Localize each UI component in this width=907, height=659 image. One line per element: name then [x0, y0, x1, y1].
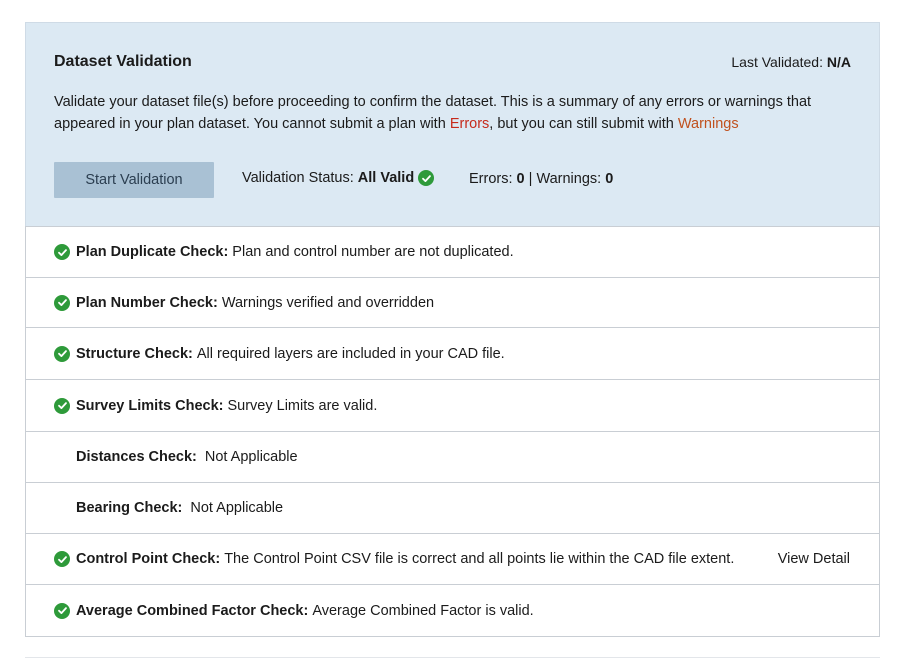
check-circle-icon	[418, 170, 435, 186]
divider	[25, 657, 880, 658]
checks-list: Plan Duplicate Check: Plan and control n…	[25, 226, 880, 637]
check-label: Plan Duplicate Check:	[76, 244, 229, 260]
warnings-label: Warnings:	[536, 171, 602, 187]
check-label: Structure Check:	[76, 345, 193, 362]
errors-word: Errors	[449, 116, 490, 132]
status-label: Validation Status:	[242, 170, 354, 186]
page-title: Dataset Validation	[54, 53, 192, 70]
check-circle-icon	[54, 397, 70, 414]
check-label: Average Combined Factor Check:	[76, 602, 309, 619]
start-validation-button[interactable]: Start Validation	[54, 162, 214, 198]
last-validated: Last Validated: N/A	[731, 54, 851, 70]
check-message: Not Applicable	[204, 449, 298, 465]
error-warning-counts: Errors: 0 | Warnings: 0	[469, 171, 613, 187]
warnings-count: 0	[605, 171, 614, 187]
check-row-plan-number: Plan Number Check: Warnings verified and…	[26, 277, 879, 327]
check-row-structure: Structure Check: All required layers are…	[26, 327, 879, 379]
check-message: Average Combined Factor is valid.	[312, 602, 534, 619]
check-row-bearing: Bearing Check: Not Applicable	[26, 482, 879, 533]
check-circle-icon	[54, 602, 70, 619]
validation-header: Dataset Validation Last Validated: N/A V…	[25, 22, 880, 226]
errors-count: 0	[516, 171, 525, 187]
description-text-2: , but you can still submit with	[489, 116, 678, 132]
check-message: All required layers are included in your…	[196, 345, 505, 362]
warnings-word: Warnings	[677, 116, 739, 132]
check-row-survey-limits: Survey Limits Check: Survey Limits are v…	[26, 379, 879, 431]
check-message: Not Applicable	[190, 500, 284, 516]
counts-separator: |	[528, 171, 533, 187]
status-value: All Valid	[357, 170, 415, 186]
check-row-control-point: Control Point Check: The Control Point C…	[26, 533, 879, 584]
check-message: Plan and control number are not duplicat…	[232, 244, 514, 260]
check-row-distances: Distances Check: Not Applicable	[26, 431, 879, 482]
last-validated-label: Last Validated:	[731, 54, 823, 70]
dataset-validation-panel: Dataset Validation Last Validated: N/A V…	[25, 22, 880, 637]
check-row-average-combined-factor: Average Combined Factor Check: Average C…	[26, 584, 879, 636]
check-label: Plan Number Check:	[76, 294, 218, 311]
validation-description: Validate your dataset file(s) before pro…	[54, 91, 844, 135]
view-detail-link[interactable]: View Detail	[778, 551, 850, 567]
validation-status: Validation Status: All Valid	[242, 170, 435, 186]
check-message: The Control Point CSV file is correct an…	[224, 551, 735, 567]
check-label: Bearing Check:	[76, 500, 183, 516]
check-circle-icon	[54, 294, 70, 311]
check-circle-icon	[54, 551, 70, 567]
check-label: Survey Limits Check:	[76, 397, 224, 414]
check-row-plan-duplicate: Plan Duplicate Check: Plan and control n…	[26, 226, 879, 277]
errors-label: Errors:	[469, 171, 513, 187]
check-circle-icon	[54, 244, 70, 260]
check-label: Control Point Check:	[76, 551, 221, 567]
last-validated-value: N/A	[826, 54, 851, 70]
check-circle-icon	[54, 345, 70, 362]
check-message: Warnings verified and overridden	[221, 294, 435, 311]
check-label: Distances Check:	[76, 449, 197, 465]
check-message: Survey Limits are valid.	[227, 397, 378, 414]
